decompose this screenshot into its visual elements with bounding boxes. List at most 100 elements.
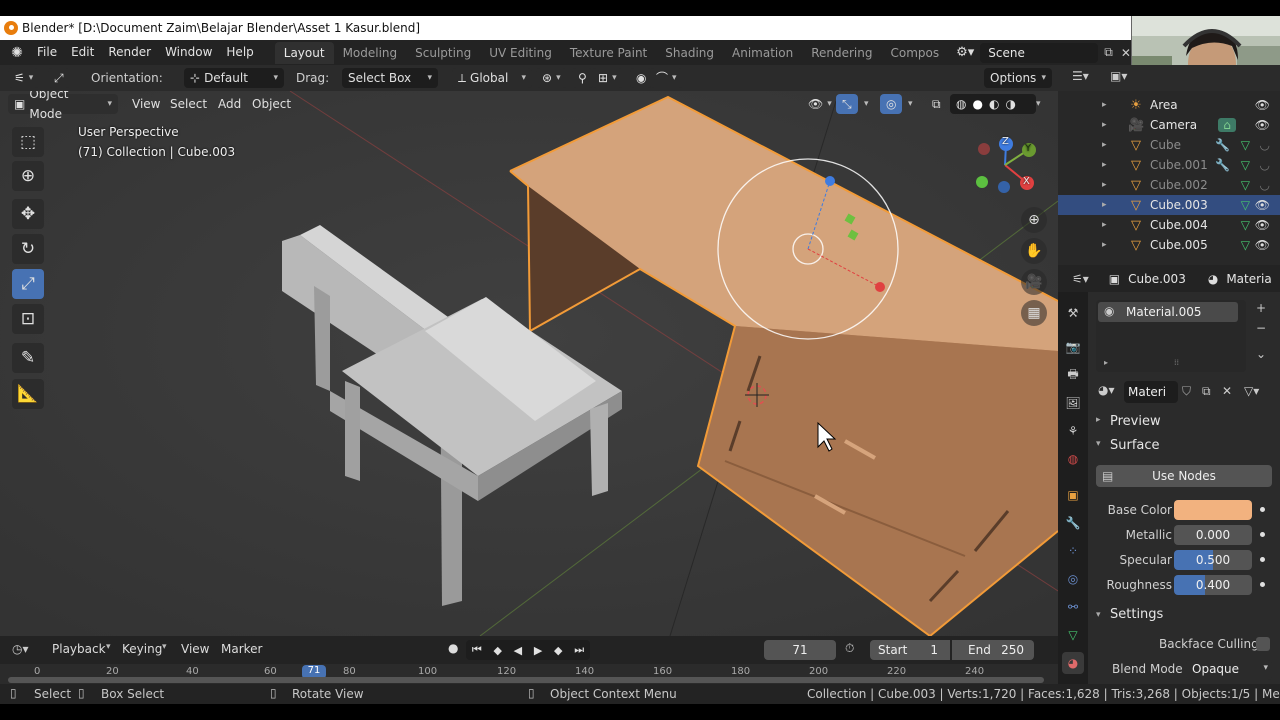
- mesh-data-icon[interactable]: ▽: [1241, 218, 1250, 232]
- material-slot-row[interactable]: ◉ Material.005: [1098, 302, 1238, 322]
- metallic-slider[interactable]: 0.000: [1174, 525, 1252, 545]
- perspective-toggle-icon[interactable]: ▦: [1021, 300, 1047, 326]
- timeline-scrollbar[interactable]: [8, 677, 1044, 683]
- remove-slot-icon[interactable]: −: [1256, 321, 1266, 335]
- falloff-icon[interactable]: ⌒ ▾: [650, 68, 683, 88]
- scene-tab-icon[interactable]: ⚘: [1062, 420, 1084, 442]
- drag-dropdown[interactable]: Select Box ▾: [342, 68, 438, 88]
- tab-modeling[interactable]: Modeling: [334, 42, 407, 64]
- eye-icon[interactable]: 👁: [1255, 238, 1270, 252]
- xray-toggle-icon[interactable]: ⧉: [926, 94, 947, 114]
- eye-icon[interactable]: 👁: [1255, 218, 1270, 232]
- expand-icon[interactable]: ▸: [1102, 220, 1114, 230]
- use-nodes-button[interactable]: ▤ Use Nodes: [1096, 465, 1272, 487]
- playback-menu[interactable]: Playback: [52, 642, 106, 656]
- scene-name-field[interactable]: Scene: [980, 42, 1099, 63]
- blender-menu-icon[interactable]: ✺: [6, 44, 28, 62]
- expand-icon[interactable]: ▸: [1102, 180, 1114, 190]
- tab-rendering[interactable]: Rendering: [802, 42, 881, 64]
- display-mode-icon[interactable]: ▣▾: [1110, 69, 1127, 83]
- outliner-row-cube[interactable]: ▸ ▽ Cube 🔧 ▽ ◡: [1058, 135, 1280, 155]
- settings-panel-title[interactable]: Settings: [1110, 607, 1163, 622]
- eye-closed-icon[interactable]: ◡: [1260, 178, 1270, 192]
- outliner-row-cube-004[interactable]: ▸ ▽ Cube.004 ▽ 👁: [1058, 215, 1280, 235]
- prev-keyframe-icon[interactable]: ◆: [493, 644, 501, 657]
- fake-user-icon[interactable]: ⛉: [1182, 384, 1191, 399]
- gizmo-options-icon[interactable]: ▾: [858, 94, 875, 114]
- tab-texture-paint[interactable]: Texture Paint: [561, 42, 656, 64]
- camera-view-icon[interactable]: 🎥: [1021, 269, 1047, 295]
- expanded-arrow-icon[interactable]: ▾: [1096, 610, 1101, 620]
- new-scene-icon[interactable]: ⧉: [1104, 45, 1113, 60]
- link-data-icon[interactable]: ▽▾: [1244, 384, 1259, 398]
- overlay-toggle-icon[interactable]: ◎: [880, 94, 902, 114]
- measure-tool-icon[interactable]: 📐: [12, 379, 44, 409]
- constraints-tab-icon[interactable]: ⚯: [1062, 596, 1084, 618]
- menu-edit[interactable]: Edit: [64, 40, 101, 65]
- modifier-wrench-icon[interactable]: 🔧: [1215, 158, 1230, 172]
- tab-shading[interactable]: Shading: [656, 42, 723, 64]
- play-reverse-icon[interactable]: ◀: [514, 644, 522, 657]
- material-tab-icon[interactable]: ◕: [1062, 652, 1084, 674]
- preview-range-icon[interactable]: ⏱: [845, 641, 854, 656]
- properties-editor-type-icon[interactable]: ⚟▾: [1072, 272, 1089, 286]
- move-tool-icon[interactable]: ✥: [12, 199, 44, 229]
- tool-tab-icon[interactable]: ⚒: [1062, 302, 1084, 324]
- timeline-ruler[interactable]: 0 20 40 60 71 80 100 120 140 160 180 200…: [0, 664, 1058, 684]
- snap-icon[interactable]: ⚲: [572, 68, 593, 88]
- expand-icon[interactable]: ▸: [1102, 200, 1114, 210]
- mode-dropdown[interactable]: ▣ Object Mode ▾: [8, 91, 118, 121]
- pan-hand-icon[interactable]: ✋: [1021, 238, 1047, 264]
- data-tab-icon[interactable]: ▽: [1062, 624, 1084, 646]
- overlay-options-icon[interactable]: ▾: [902, 94, 919, 114]
- record-icon[interactable]: ●: [448, 641, 458, 655]
- expand-icon[interactable]: ▸: [1102, 140, 1114, 150]
- timeline-view-menu[interactable]: View: [181, 642, 209, 656]
- 3d-viewport[interactable]: ▣ Object Mode ▾ View Select Add Object 👁 ▾ …: [0, 91, 1058, 636]
- material-datablock[interactable]: ◕▾ Materi ⛉ ⧉ ✕: [1096, 381, 1236, 403]
- menu-render[interactable]: Render: [101, 40, 158, 65]
- rotate-tool-icon[interactable]: ↻: [12, 234, 44, 264]
- play-icon[interactable]: ▶: [534, 644, 542, 657]
- mesh-data-icon[interactable]: ▽: [1241, 158, 1250, 172]
- transform-orientation-dropdown[interactable]: ⟂ Global ▾: [452, 68, 532, 88]
- zoom-icon[interactable]: ⊕: [1021, 207, 1047, 233]
- collapsed-arrow-icon[interactable]: ▸: [1096, 415, 1101, 425]
- current-frame-field[interactable]: 71: [764, 640, 836, 660]
- material-slot-list[interactable]: ◉ Material.005 ▸ ⁞⁞: [1096, 300, 1246, 372]
- visibility-icon[interactable]: 👁 ▾: [802, 94, 838, 114]
- eye-icon[interactable]: 👁: [1255, 198, 1270, 212]
- surface-panel-title[interactable]: Surface: [1110, 438, 1160, 453]
- blend-mode-dropdown[interactable]: Opaque ▾: [1186, 660, 1272, 680]
- active-tool-scale-icon[interactable]: ⤢: [48, 68, 70, 88]
- object-tab-icon[interactable]: ▣: [1062, 484, 1084, 506]
- render-tab-icon[interactable]: 📷: [1062, 336, 1084, 358]
- expand-icon[interactable]: ▸: [1102, 120, 1114, 130]
- eye-closed-icon[interactable]: ◡: [1260, 158, 1270, 172]
- unlink-icon[interactable]: ✕: [1222, 384, 1232, 398]
- view-layer-tab-icon[interactable]: 🖼: [1062, 392, 1084, 414]
- backface-culling-checkbox[interactable]: [1256, 637, 1270, 651]
- outliner-row-camera[interactable]: ▸ 🎥 Camera ⌂ 👁: [1058, 115, 1280, 135]
- tab-sculpting[interactable]: Sculpting: [406, 42, 480, 64]
- menu-help[interactable]: Help: [219, 40, 260, 65]
- gizmo-toggle-icon[interactable]: ⤡: [836, 94, 858, 114]
- tab-compositing[interactable]: Compos: [881, 42, 948, 64]
- options-dropdown[interactable]: Options ▾: [984, 68, 1052, 88]
- tab-layout[interactable]: Layout: [274, 41, 334, 64]
- keyframe-dot-icon[interactable]: [1260, 557, 1265, 562]
- select-box-tool-icon[interactable]: ⬚: [12, 127, 44, 157]
- menu-window[interactable]: Window: [158, 40, 219, 65]
- start-frame-field[interactable]: Start 1: [870, 640, 950, 660]
- outliner-row-area[interactable]: ▸ ☀ Area 👁: [1058, 95, 1280, 115]
- expand-icon[interactable]: ▸: [1104, 358, 1108, 367]
- annotate-tool-icon[interactable]: ✎: [12, 343, 44, 373]
- specular-slider[interactable]: 0.500: [1174, 550, 1252, 570]
- pivot-point-icon[interactable]: ⊛ ▾: [536, 68, 567, 88]
- scale-tool-icon[interactable]: ⤢: [12, 269, 44, 299]
- outliner-row-cube-001[interactable]: ▸ ▽ Cube.001 🔧 ▽ ◡: [1058, 155, 1280, 175]
- outliner-row-cube-005[interactable]: ▸ ▽ Cube.005 ▽ 👁: [1058, 235, 1280, 255]
- timeline-editor-type-icon[interactable]: ◷▾: [12, 642, 29, 656]
- mesh-data-icon[interactable]: ▽: [1241, 198, 1250, 212]
- outliner-row-cube-003[interactable]: ▸ ▽ Cube.003 ▽ 👁: [1058, 195, 1280, 215]
